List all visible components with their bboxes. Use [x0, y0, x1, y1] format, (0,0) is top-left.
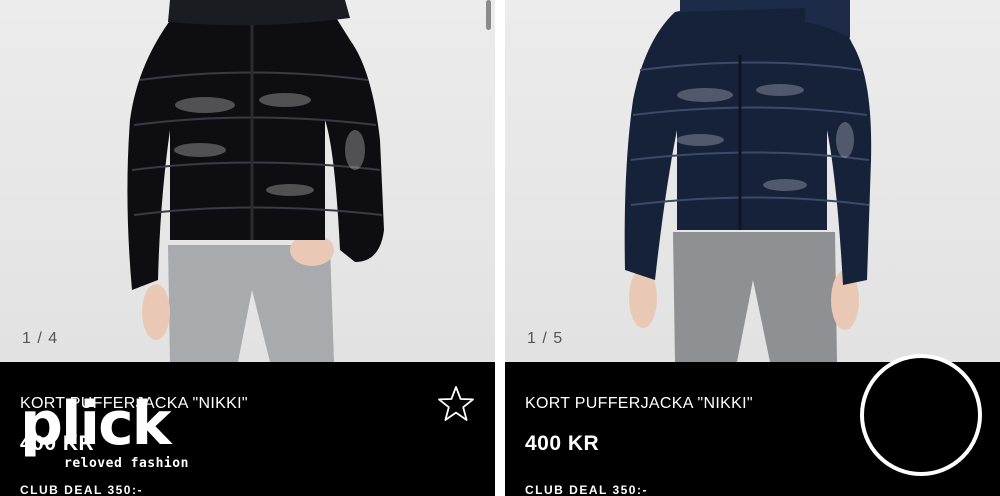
scrollbar[interactable] — [486, 0, 491, 30]
redaction-circle — [860, 354, 982, 476]
club-deal-label: CLUB DEAL 350:- — [20, 483, 143, 496]
plick-logo: plick reloved fashion — [18, 392, 198, 484]
product-card-2[interactable]: 1 / 5 KORT PUFFERJACKA "NIKKI" 400 KR CL… — [505, 0, 1000, 496]
logo-wordmark: plick — [20, 389, 172, 459]
jacket-photo-image — [127, 0, 384, 362]
favorite-button[interactable] — [436, 384, 476, 424]
product-price: 400 KR — [525, 432, 600, 455]
image-counter: 1 / 5 — [527, 330, 564, 347]
jacket-photo-image — [624, 0, 872, 362]
logo-tagline: reloved fashion — [64, 456, 189, 471]
product-photo-1[interactable]: 1 / 4 — [0, 0, 495, 362]
product-info-2: KORT PUFFERJACKA "NIKKI" 400 KR CLUB DEA… — [505, 354, 1000, 496]
product-title[interactable]: KORT PUFFERJACKA "NIKKI" — [525, 395, 753, 413]
image-counter: 1 / 4 — [22, 330, 59, 347]
club-deal-label: CLUB DEAL 350:- — [525, 483, 648, 496]
product-photo-2[interactable]: 1 / 5 — [505, 0, 1000, 362]
star-outline-icon — [438, 386, 474, 421]
